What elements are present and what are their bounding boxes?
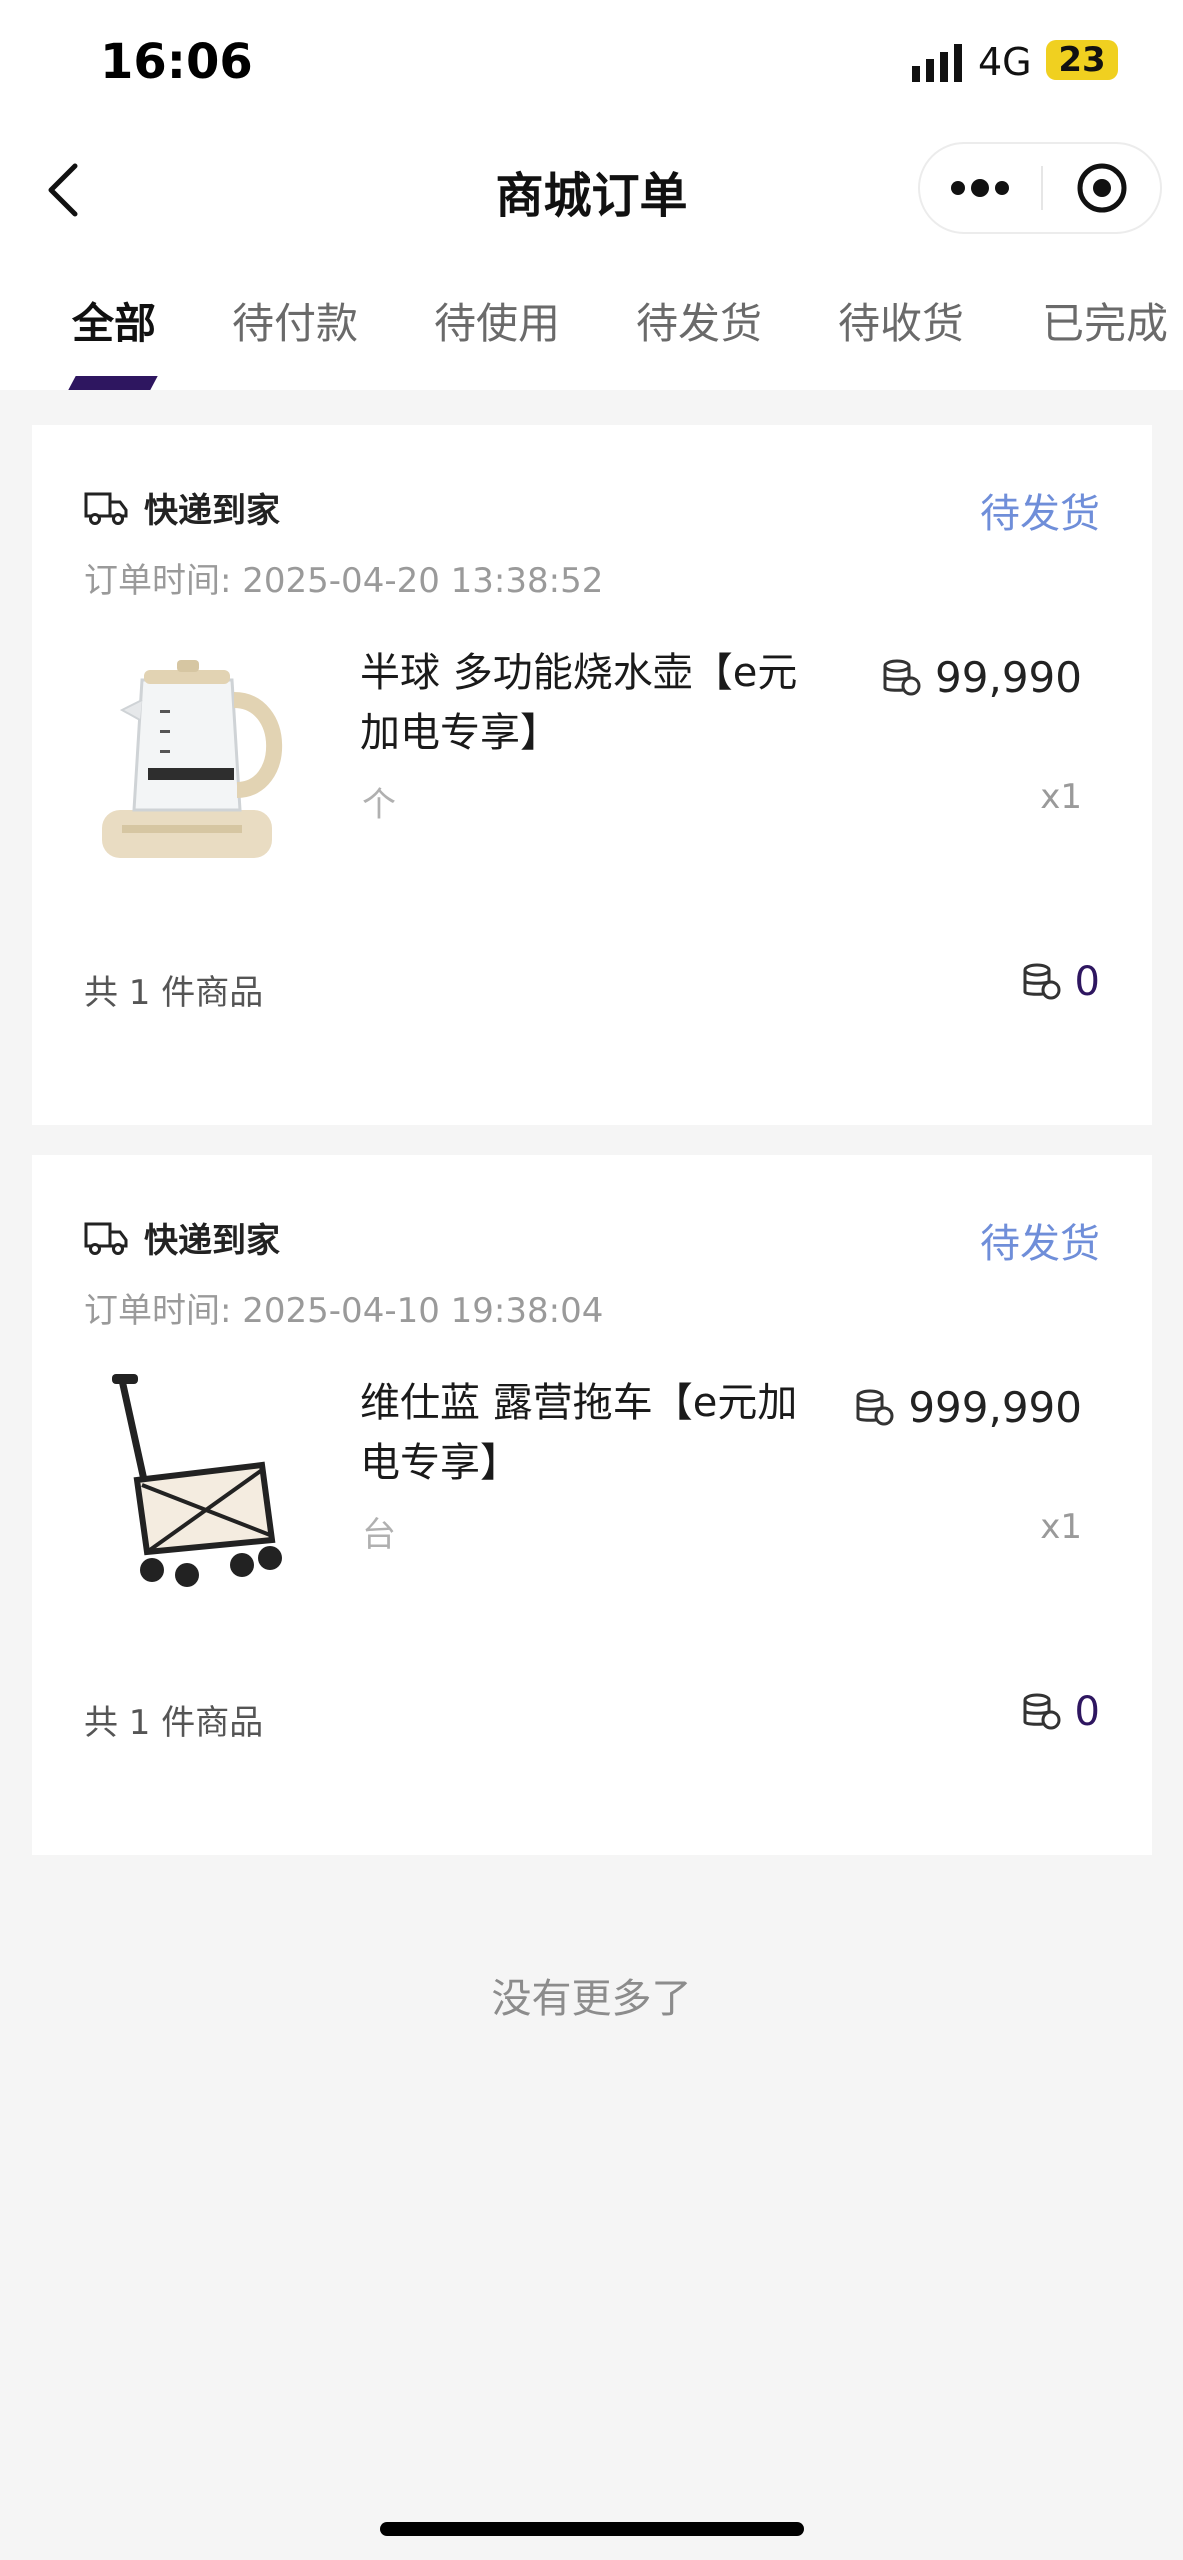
signal-icon [912, 44, 962, 82]
capsule-divider [1041, 166, 1043, 210]
order-tabs: 全部 待付款 待使用 待发货 待收货 已完成 [0, 280, 1183, 360]
network-type: 4G [978, 40, 1032, 84]
total-value: 0 [1074, 959, 1100, 1005]
product-price: 99,990 [881, 653, 1082, 702]
order-total: 0 [1021, 959, 1100, 1005]
tab-pending-payment[interactable]: 待付款 [232, 290, 358, 351]
more-button[interactable] [920, 144, 1040, 232]
product-unit: 个 [362, 785, 396, 825]
shipping-method: 快递到家 [84, 1213, 280, 1262]
product-quantity: x1 [1040, 777, 1082, 817]
tab-pending-receipt[interactable]: 待收货 [838, 290, 964, 351]
truck-icon [84, 492, 128, 525]
tab-pending-use[interactable]: 待使用 [434, 290, 560, 351]
tab-all[interactable]: 全部 [72, 290, 156, 351]
price-value: 99,990 [935, 653, 1082, 702]
battery-indicator: 23 [1046, 40, 1118, 80]
order-status[interactable]: 待发货 [980, 481, 1100, 539]
product-image-wagon [112, 1374, 282, 1587]
product-price: 999,990 [854, 1383, 1082, 1432]
order-total: 0 [1021, 1689, 1100, 1735]
order-time: 订单时间: 2025-04-20 13:38:52 [84, 561, 604, 601]
status-time: 16:06 [100, 34, 253, 90]
product-image-kettle [102, 660, 283, 858]
miniprogram-capsule [918, 142, 1162, 234]
order-card[interactable]: 快递到家 待发货 订单时间: 2025-04-20 13:38:52 半球 多功… [32, 425, 1152, 1125]
active-tab-indicator [68, 376, 158, 390]
product-name[interactable]: 半球 多功能烧水壶【e元加电专享】 [360, 643, 800, 763]
item-count: 共 1 件商品 [84, 973, 264, 1013]
shipping-label: 快递到家 [144, 491, 280, 531]
product-quantity: x1 [1040, 1507, 1082, 1547]
product-name[interactable]: 维仕蓝 露营拖车【e元加电专享】 [360, 1373, 800, 1493]
price-value: 999,990 [908, 1383, 1082, 1432]
shipping-label: 快递到家 [144, 1221, 280, 1261]
target-circle-icon [1077, 163, 1127, 213]
shipping-method: 快递到家 [84, 483, 280, 532]
close-miniprogram-button[interactable] [1044, 144, 1160, 232]
total-value: 0 [1074, 1689, 1100, 1735]
no-more-text: 没有更多了 [491, 1976, 692, 2022]
coin-stack-icon [856, 1389, 894, 1425]
product-unit: 台 [362, 1515, 396, 1555]
home-indicator[interactable] [380, 2522, 804, 2536]
coin-stack-icon [1023, 1693, 1061, 1730]
item-count: 共 1 件商品 [84, 1703, 264, 1743]
tab-completed[interactable]: 已完成 [1042, 290, 1168, 351]
tab-pending-shipment[interactable]: 待发货 [636, 290, 762, 351]
header-area: 16:06 4G 23 商城订单 全部 待付款 待使用 待发货 待收货 已完成 [0, 0, 1183, 390]
truck-icon [84, 1222, 128, 1255]
order-time: 订单时间: 2025-04-10 19:38:04 [84, 1291, 604, 1331]
coin-stack-icon [1023, 963, 1061, 1000]
coin-stack-icon [883, 659, 921, 695]
more-dots-icon [951, 179, 1009, 197]
order-card[interactable]: 快递到家 待发货 订单时间: 2025-04-10 19:38:04 维仕蓝 露… [32, 1155, 1152, 1855]
order-status[interactable]: 待发货 [980, 1211, 1100, 1269]
